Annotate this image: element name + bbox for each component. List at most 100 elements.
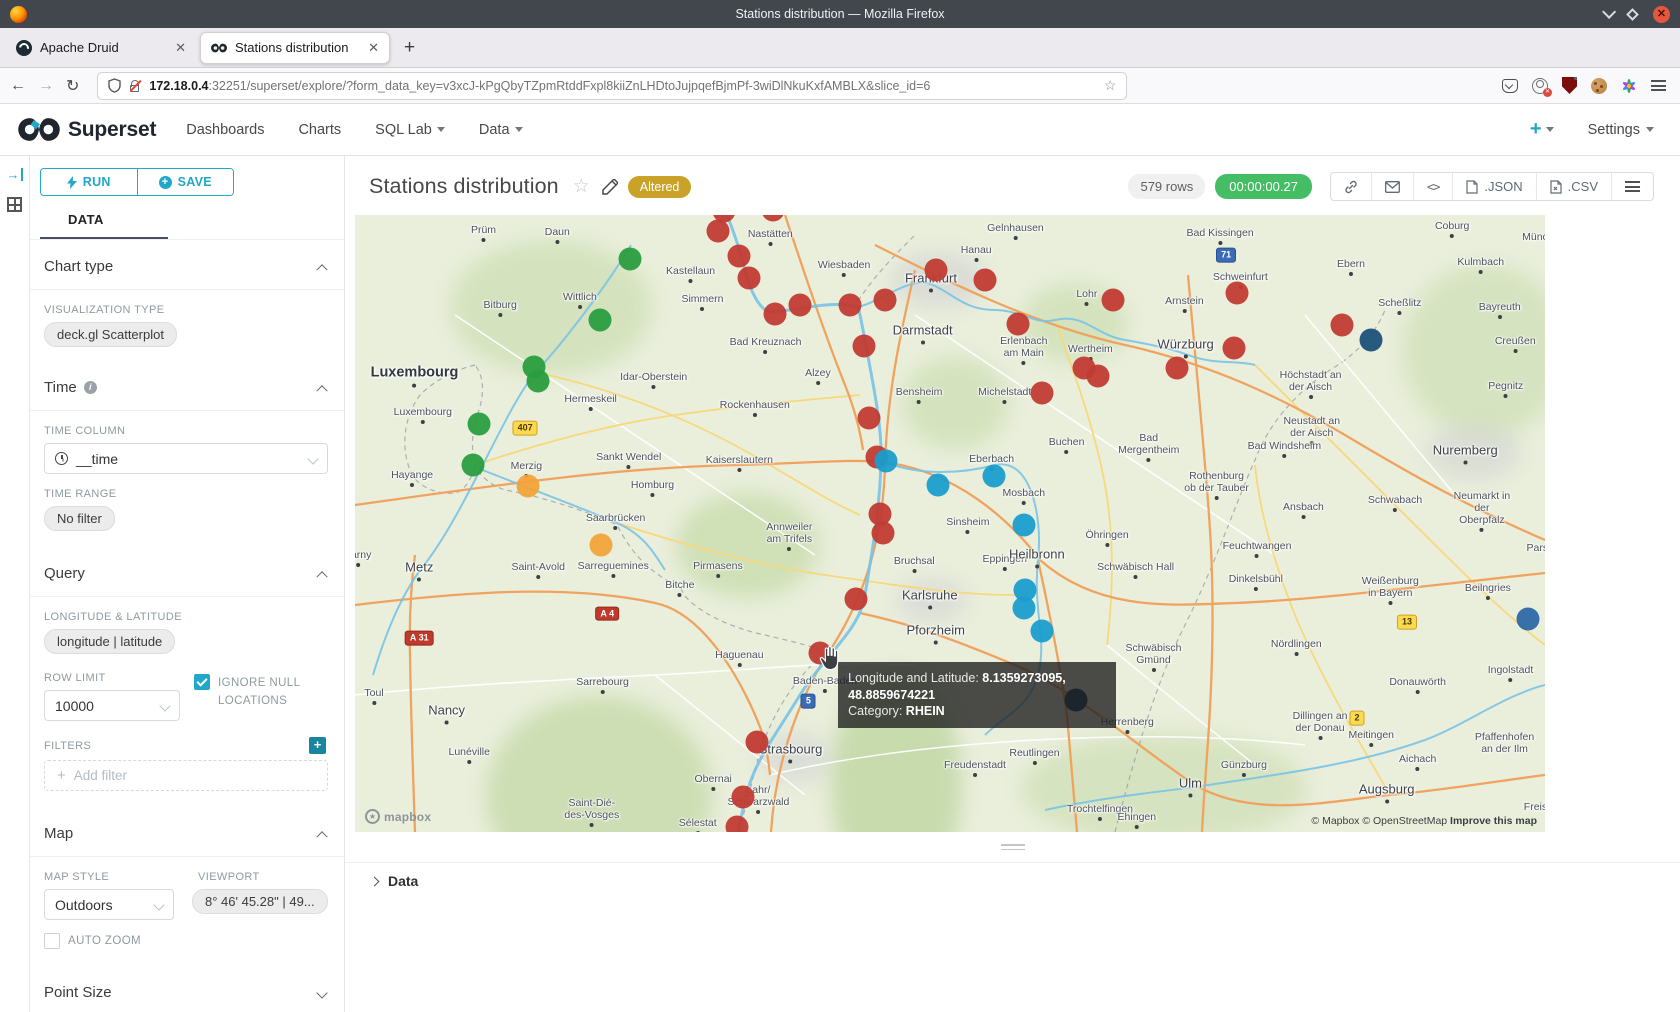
tab-close-icon[interactable]: ✕ [175,40,186,56]
window-minimize-icon[interactable] [1602,5,1616,19]
map-point[interactable] [731,785,754,808]
map-point[interactable] [789,294,812,317]
map-point[interactable] [764,302,787,325]
export-csv-button[interactable]: .CSV [1536,173,1611,200]
map-point[interactable] [1330,313,1353,336]
ublock-shield-icon[interactable]: 2 [1562,77,1577,94]
map-style-select[interactable]: Outdoors [44,889,174,920]
edit-icon[interactable] [602,179,618,195]
map-point[interactable] [839,294,862,317]
url-bar[interactable]: 172.18.0.4:32251/superset/explore/?form_… [97,72,1127,100]
map-point[interactable] [706,220,729,243]
map-point[interactable] [973,268,996,291]
add-filter-box[interactable]: + Add filter [44,760,328,791]
tracking-shield-icon[interactable] [108,78,121,93]
tab-apache-druid[interactable]: Apache Druid ✕ [6,32,196,64]
map-point[interactable] [725,816,748,832]
map-point[interactable] [983,464,1006,487]
reload-button[interactable]: ↻ [66,76,79,96]
pocket-icon[interactable] [1502,79,1518,93]
map-point[interactable] [924,258,947,281]
time-range-pill[interactable]: No filter [44,506,115,531]
tab-close-icon[interactable]: ✕ [368,40,379,56]
insecure-lock-icon[interactable] [129,79,141,93]
account-icon[interactable] [1532,78,1548,94]
map-point[interactable] [1102,289,1125,312]
map-point[interactable] [927,474,950,497]
section-chart-type[interactable]: Chart type [38,240,328,289]
map-point[interactable] [844,587,867,610]
map-point[interactable] [873,289,896,312]
window-close-button[interactable]: ✕ [1653,6,1670,23]
time-column-select[interactable]: __time [44,443,328,474]
map-point[interactable] [874,450,897,473]
embed-code-button[interactable]: <> [1413,173,1452,200]
mapbox-logo[interactable]: ★ mapbox [365,809,431,824]
window-restore-icon[interactable] [1626,8,1639,21]
data-section-header[interactable]: Data [345,862,1680,899]
map-point[interactable] [1012,597,1035,620]
map-point[interactable] [618,247,641,270]
map-point[interactable] [737,266,760,289]
map-point[interactable] [527,369,550,392]
run-button[interactable]: RUN [41,169,137,195]
cookie-extension-icon[interactable] [1591,78,1607,94]
map-point[interactable] [1030,619,1053,642]
map-point[interactable] [1086,365,1109,388]
map-point[interactable] [728,244,751,267]
map-point[interactable] [1223,337,1246,360]
map-point[interactable] [1360,329,1383,352]
nav-sql-lab[interactable]: SQL Lab [375,122,445,138]
new-tab-button[interactable]: + [394,37,425,59]
nav-data[interactable]: Data [479,122,523,138]
section-time[interactable]: Timei [38,361,328,410]
url-text[interactable]: 172.18.0.4:32251/superset/explore/?form_… [149,79,1095,93]
copy-link-button[interactable] [1331,173,1371,200]
map-point[interactable] [853,334,876,357]
chart-menu-button[interactable] [1611,173,1653,200]
section-point-size[interactable]: Point Size [38,966,328,1012]
map-point[interactable] [1006,313,1029,336]
map-point[interactable] [858,406,881,429]
add-filter-plus-button[interactable]: + [309,737,326,754]
save-button[interactable]: + SAVE [137,169,234,195]
bookmark-star-icon[interactable]: ☆ [1104,77,1117,94]
map-point[interactable] [516,474,539,497]
auto-zoom-checkbox[interactable] [44,933,60,949]
settings-menu[interactable]: Settings [1588,122,1654,138]
map-point[interactable] [1517,608,1540,631]
tab-data[interactable]: DATA [68,212,328,237]
map-point[interactable] [461,453,484,476]
tab-stations-distribution[interactable]: Stations distribution ✕ [200,32,390,64]
map-point[interactable] [1030,381,1053,404]
map-point[interactable] [1012,513,1035,536]
deckgl-map[interactable]: PrümDaunNastättenGelnhausenHanauBad Kiss… [355,215,1545,832]
viewport-pill[interactable]: 8° 46' 45.28" | 49... [192,889,328,914]
map-point[interactable] [1166,357,1189,380]
map-point[interactable] [589,308,612,331]
viz-type-pill[interactable]: deck.gl Scatterplot [44,322,177,347]
nav-dashboards[interactable]: Dashboards [186,122,264,138]
forward-button[interactable]: → [38,77,54,95]
improve-map-link[interactable]: Improve this map [1450,815,1537,827]
new-item-button[interactable]: + [1530,118,1554,141]
collapse-panel-icon[interactable]: → [7,168,23,181]
lonlat-pill[interactable]: longitude | latitude [44,629,175,654]
map-point[interactable] [467,413,490,436]
browser-menu-icon[interactable] [1651,80,1666,91]
email-button[interactable] [1371,173,1413,200]
row-limit-select[interactable]: 10000 [44,690,180,721]
export-json-button[interactable]: .JSON [1452,173,1535,200]
map-point[interactable] [746,730,769,753]
section-query[interactable]: Query [38,547,328,596]
nav-charts[interactable]: Charts [298,122,341,138]
panel-resize-handle[interactable] [345,832,1680,862]
section-map[interactable]: Map [38,807,328,856]
map-attribution[interactable]: © Mapbox © OpenStreetMap Improve this ma… [1311,815,1537,827]
dataset-grid-icon[interactable] [7,197,22,212]
ignore-null-checkbox[interactable] [194,674,210,690]
map-point[interactable] [1225,281,1248,304]
altered-badge[interactable]: Altered [628,176,692,198]
back-button[interactable]: ← [10,77,26,95]
extension-asterisk-icon[interactable] [1621,78,1637,94]
